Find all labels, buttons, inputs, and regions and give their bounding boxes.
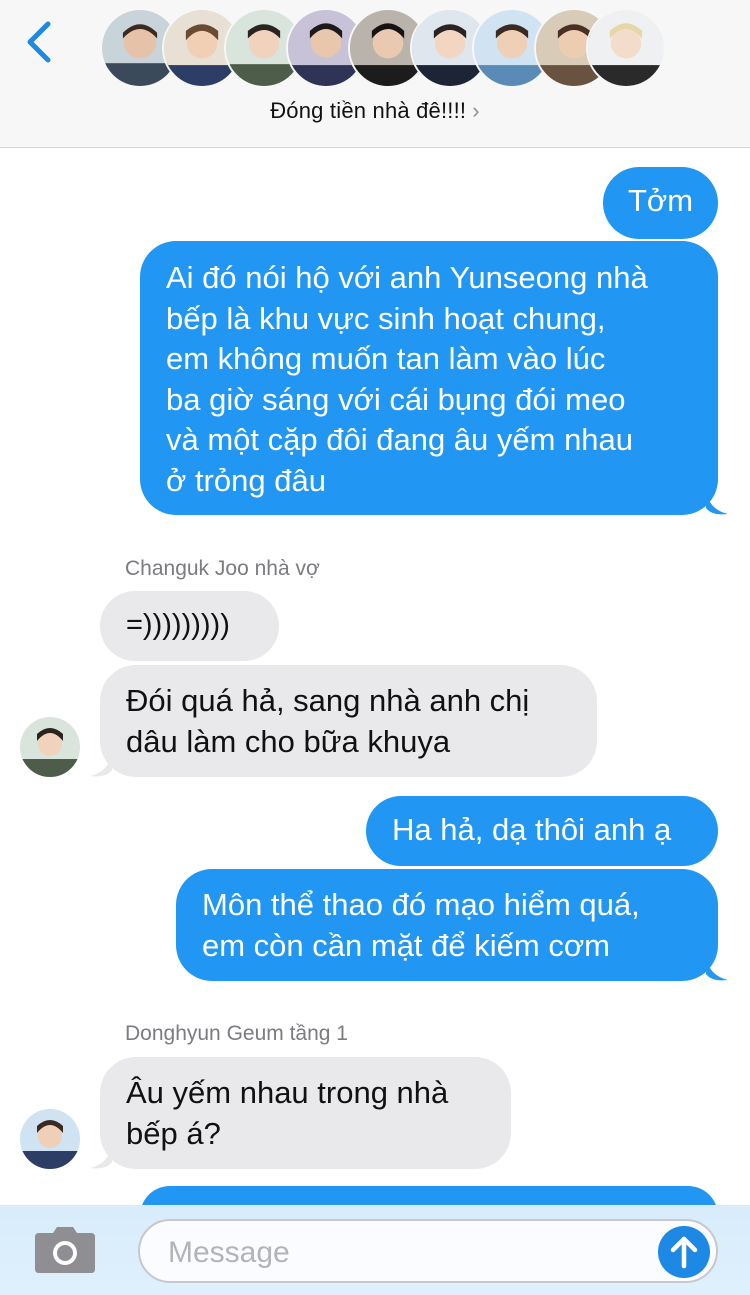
message-bubble-received: =))))))))) xyxy=(100,591,279,661)
send-arrow-icon xyxy=(670,1236,698,1269)
message-line: Đói quá hả, sang nhà anh chị xyxy=(126,683,530,718)
camera-button[interactable] xyxy=(33,1225,97,1275)
message-placeholder: Message xyxy=(168,1236,290,1269)
sender-name: Changuk Joo nhà vợ xyxy=(125,557,320,580)
camera-icon xyxy=(35,1227,95,1273)
send-button[interactable] xyxy=(658,1226,710,1278)
back-button[interactable] xyxy=(20,18,60,66)
back-chevron-icon xyxy=(27,21,51,63)
message-bubble-received: Đói quá hả, sang nhà anh chị dâu làm cho… xyxy=(100,665,597,777)
sender-avatar[interactable] xyxy=(20,1109,80,1169)
message-line: bếp là khu vực sinh hoạt chung, xyxy=(166,300,606,336)
conversation-header: Đóng tiền nhà đê!!!! › xyxy=(0,0,750,148)
message-line: em không muốn tan làm vào lúc xyxy=(166,341,606,376)
message-line: ba giờ sáng với cái bụng đói meo xyxy=(166,381,626,417)
member-avatar xyxy=(586,8,666,88)
bubble-tail-icon xyxy=(706,958,728,981)
group-name-label: Đóng tiền nhà đê!!!! xyxy=(270,98,467,123)
message-bubble-sent: Ha hả, dạ thôi anh ạ xyxy=(366,796,718,866)
message-line: Âu yếm nhau trong nhà xyxy=(126,1075,449,1110)
message-bubble-sent: Tởm xyxy=(603,167,718,239)
message-input-bar: Message xyxy=(0,1205,750,1295)
bubble-tail-icon xyxy=(706,492,728,515)
message-line: ở trỏng đâu xyxy=(166,462,326,498)
message-line: Ai đó nói hộ với anh Yunseong nhà xyxy=(166,260,648,295)
message-line: bếp á? xyxy=(126,1115,221,1151)
sender-name: Donghyun Geum tầng 1 xyxy=(125,1022,348,1045)
group-avatars[interactable] xyxy=(100,8,666,90)
message-line: =))))))))) xyxy=(126,609,230,641)
message-line: Môn thể thao đó mạo hiểm quá, xyxy=(202,887,640,922)
message-line: em còn cần mặt để kiếm cơm xyxy=(202,927,610,963)
message-line: Tởm xyxy=(627,183,694,218)
bubble-tail-icon xyxy=(90,754,112,777)
message-bubble-sent: Môn thể thao đó mạo hiểm quá, em còn cần… xyxy=(176,869,718,981)
sender-avatar[interactable] xyxy=(20,717,80,777)
message-bubble-sent: Ai đó nói hộ với anh Yunseong nhà bếp là… xyxy=(140,241,718,515)
group-name[interactable]: Đóng tiền nhà đê!!!! › xyxy=(0,98,750,124)
message-bubble-received: Âu yếm nhau trong nhà bếp á? xyxy=(100,1057,511,1169)
chevron-right-icon: › xyxy=(472,98,480,123)
message-line: dâu làm cho bữa khuya xyxy=(126,723,451,759)
message-input[interactable]: Message xyxy=(138,1219,718,1283)
bubble-tail-icon xyxy=(90,1146,112,1169)
message-line: Ha hả, dạ thôi anh ạ xyxy=(392,812,672,847)
message-line: và một cặp đôi đang âu yếm nhau xyxy=(166,422,634,457)
